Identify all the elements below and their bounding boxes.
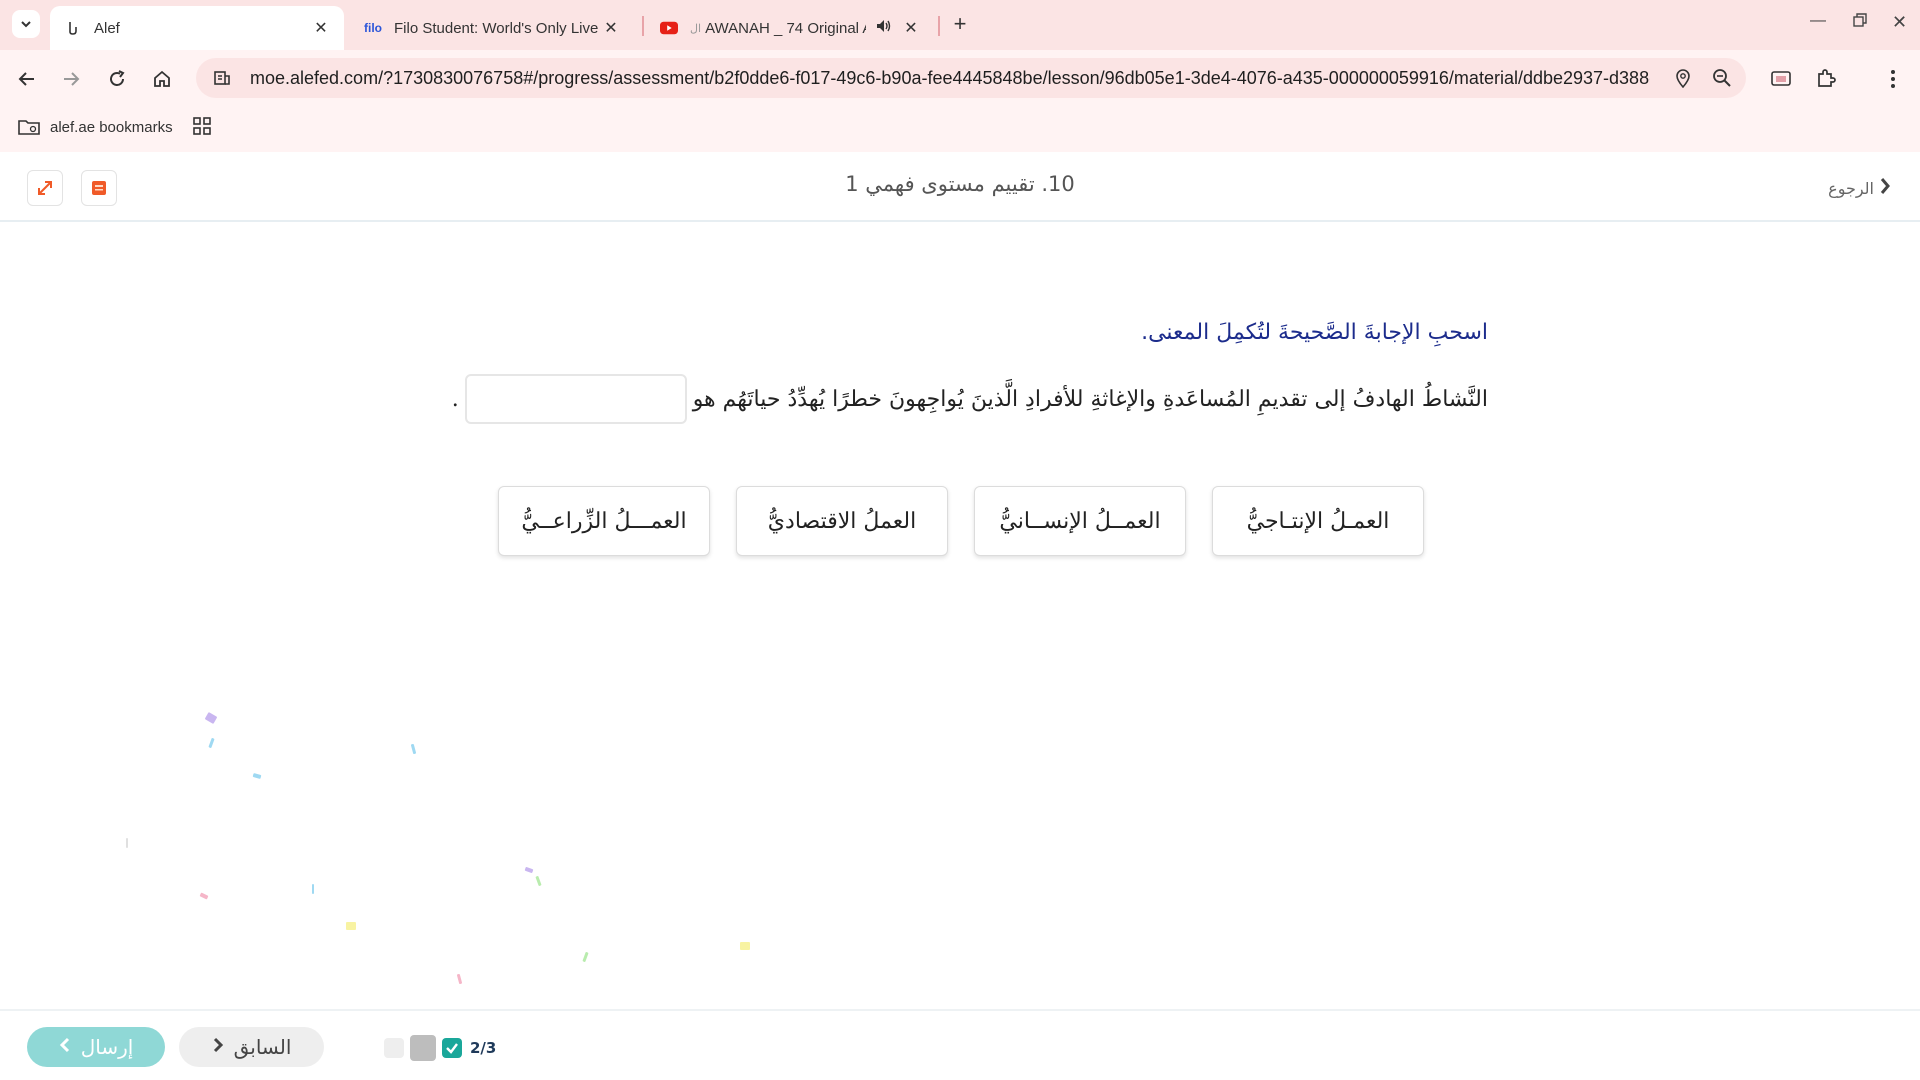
more-menu-icon[interactable] xyxy=(1878,64,1908,94)
tab-separator xyxy=(642,16,644,36)
previous-label: السابق xyxy=(233,1035,292,1059)
draggable-option[interactable]: العملُ الاقتصاديُّ xyxy=(736,486,948,556)
confetti-piece xyxy=(346,922,356,930)
question-area: اسحبِ الإجابةَ الصَّحيحةَ لتُكمِلَ المعن… xyxy=(0,224,1920,1009)
progress-dot-current[interactable] xyxy=(410,1035,436,1061)
confetti-piece xyxy=(208,737,215,749)
close-tab-icon[interactable]: ✕ xyxy=(902,18,920,38)
confetti-piece xyxy=(740,942,750,950)
chevron-right-icon xyxy=(212,1037,224,1058)
answer-options: العمـلُ الإنتـاجيُّ العمــلُ الإنســانيُ… xyxy=(498,486,1424,556)
tab-filo[interactable]: filo Filo Student: World's Only Live I ✕ xyxy=(356,6,628,50)
confetti-piece xyxy=(199,892,209,900)
send-label: إرسال xyxy=(80,1035,134,1059)
sentence-end: . xyxy=(451,386,459,412)
sentence-text: النَّشاطُ الهادفُ إلى تقديمِ المُساعَدةِ… xyxy=(692,386,1488,412)
tab-separator xyxy=(938,16,940,36)
question-progress: 2/3 xyxy=(384,1035,496,1061)
confetti-piece xyxy=(582,951,589,963)
reload-icon[interactable] xyxy=(102,64,132,94)
check-icon xyxy=(446,1043,458,1054)
tab-search-button[interactable] xyxy=(12,10,40,38)
close-window-icon[interactable]: ✕ xyxy=(1892,12,1907,33)
confetti-piece xyxy=(126,838,128,848)
new-tab-plus-icon[interactable]: + xyxy=(948,12,972,36)
audio-playing-icon[interactable] xyxy=(876,19,892,37)
tab-title: Filo Student: World's Only Live I xyxy=(394,19,602,37)
tab-title: AWANAH _ 74 Original AE xyxy=(705,19,866,37)
close-tab-icon[interactable]: ✕ xyxy=(602,18,620,38)
tab-prefix: ال xyxy=(690,22,702,35)
progress-count: 2/3 xyxy=(470,1039,497,1057)
minimize-icon[interactable]: — xyxy=(1810,12,1826,30)
tab-strip: Alef ✕ filo Filo Student: World's Only L… xyxy=(0,0,1920,50)
answer-drop-zone[interactable] xyxy=(464,374,687,424)
filo-favicon-icon: filo xyxy=(364,21,382,35)
back-arrow-icon[interactable] xyxy=(12,64,42,94)
zoom-icon[interactable] xyxy=(1710,66,1734,90)
close-tab-icon[interactable]: ✕ xyxy=(312,18,330,38)
question-sentence: النَّشاطُ الهادفُ إلى تقديمِ المُساعَدةِ… xyxy=(452,374,1488,424)
chevron-right-icon xyxy=(1878,176,1890,201)
progress-dot-done[interactable] xyxy=(442,1038,462,1058)
confetti-piece xyxy=(204,712,218,724)
previous-button[interactable]: السابق xyxy=(179,1027,324,1067)
site-info-icon[interactable] xyxy=(210,66,234,90)
lesson-title: 10. تقييم مستوى فهمي 1 xyxy=(845,172,1075,196)
back-link[interactable]: الرجوع xyxy=(1828,176,1890,201)
draggable-option[interactable]: العمـلُ الإنتـاجيُّ xyxy=(1212,486,1424,556)
question-instruction: اسحبِ الإجابةَ الصَّحيحةَ لتُكمِلَ المعن… xyxy=(1141,320,1488,345)
send-button[interactable]: إرسال xyxy=(27,1027,165,1067)
home-icon[interactable] xyxy=(147,64,177,94)
browser-toolbar: moe.alefed.com/?1730830076758#/progress/… xyxy=(0,50,1920,108)
location-pin-icon[interactable] xyxy=(1671,66,1695,90)
lesson-header: 10. تقييم مستوى فهمي 1 الرجوع xyxy=(0,152,1920,222)
assessment-footer: إرسال السابق 2/3 xyxy=(0,1009,1920,1080)
forward-arrow-icon[interactable] xyxy=(56,64,86,94)
confetti-piece xyxy=(456,973,463,985)
address-bar[interactable]: moe.alefed.com/?1730830076758#/progress/… xyxy=(196,58,1746,98)
folder-icon xyxy=(18,120,40,135)
restore-icon[interactable] xyxy=(1852,12,1868,33)
cast-icon[interactable] xyxy=(1766,64,1796,94)
tab-alef[interactable]: Alef ✕ xyxy=(50,6,344,50)
youtube-favicon-icon xyxy=(660,19,678,37)
chevron-left-icon xyxy=(59,1037,71,1058)
confetti-piece xyxy=(312,884,314,894)
bookmarks-bar: alef.ae bookmarks xyxy=(0,108,1920,152)
confetti-piece xyxy=(524,866,534,874)
confetti-piece xyxy=(535,875,542,887)
draggable-option[interactable]: العمــلُ الإنســانيُّ xyxy=(974,486,1186,556)
tab-youtube[interactable]: ال AWANAH _ 74 Original AE ✕ xyxy=(652,6,928,50)
url-text: moe.alefed.com/?1730830076758#/progress/… xyxy=(250,67,1650,88)
bookmark-folder-label: alef.ae bookmarks xyxy=(50,118,173,136)
draggable-option[interactable]: العمـــلُ الزِّراعــيُّ xyxy=(498,486,710,556)
back-label: الرجوع xyxy=(1828,179,1874,198)
confetti-piece xyxy=(410,743,417,755)
confetti-piece xyxy=(252,773,262,779)
progress-dot[interactable] xyxy=(384,1038,404,1058)
alef-favicon-icon xyxy=(64,19,82,37)
apps-grid-icon[interactable] xyxy=(192,116,212,140)
bookmark-folder[interactable]: alef.ae bookmarks xyxy=(18,118,173,136)
extensions-puzzle-icon[interactable] xyxy=(1811,64,1841,94)
tab-title: Alef xyxy=(94,19,120,37)
chevron-down-icon xyxy=(21,21,31,28)
